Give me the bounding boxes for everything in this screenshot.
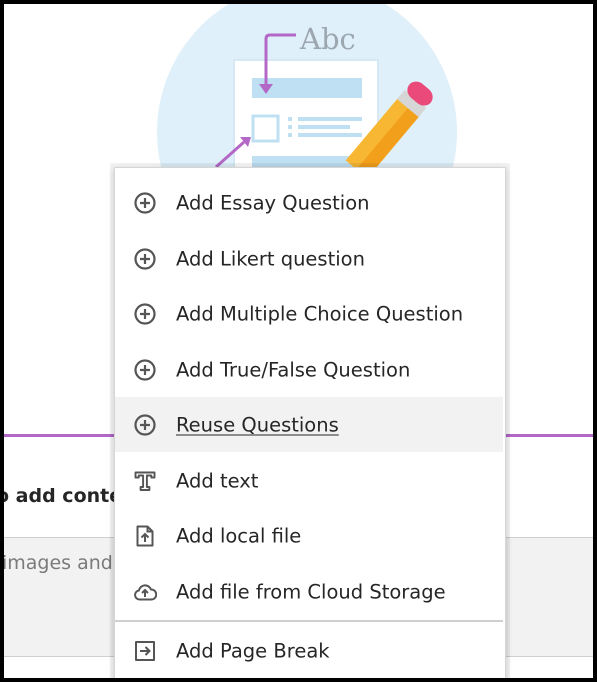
menu-item-label: Add local file xyxy=(176,524,302,547)
menu-item-add-page-break[interactable]: Add Page Break xyxy=(115,623,503,678)
menu-item-add-multiple-choice-question[interactable]: Add Multiple Choice Question xyxy=(115,286,503,341)
menu-item-add-likert-question[interactable]: Add Likert question xyxy=(115,231,503,286)
menu-item-label: Add file from Cloud Storage xyxy=(176,580,446,603)
menu-item-add-text[interactable]: Add text xyxy=(115,453,503,508)
menu-item-reuse-questions[interactable]: Reuse Questions xyxy=(115,397,503,452)
menu-item-label: Add Multiple Choice Question xyxy=(176,302,464,325)
text-icon xyxy=(134,471,156,491)
plus-circle-icon xyxy=(134,413,156,436)
cloud-upload-icon xyxy=(134,583,157,600)
background-placeholder: images and xyxy=(2,552,113,574)
plus-circle-icon xyxy=(134,247,156,270)
background-heading: o add conte xyxy=(0,485,123,507)
add-content-menu: Add Essay Question Add Likert question A… xyxy=(114,167,506,678)
menu-item-label: Add True/False Question xyxy=(176,358,411,381)
plus-circle-icon xyxy=(134,302,156,325)
screenshot-frame: Abc o add conte images and Add Essay Que… xyxy=(0,0,597,682)
menu-item-add-file-from-cloud-storage[interactable]: Add file from Cloud Storage xyxy=(115,564,503,619)
plus-circle-icon xyxy=(134,191,156,214)
menu-item-label: Add text xyxy=(176,469,259,492)
menu-divider xyxy=(115,620,503,622)
menu-item-label: Add Essay Question xyxy=(176,191,370,214)
menu-item-label: Add Page Break xyxy=(176,639,330,662)
menu-item-add-essay-question[interactable]: Add Essay Question xyxy=(115,175,503,230)
plus-circle-icon xyxy=(134,358,156,381)
upload-file-icon xyxy=(136,525,154,546)
menu-item-label: Reuse Questions xyxy=(176,413,339,436)
menu-item-label: Add Likert question xyxy=(176,247,365,270)
menu-item-add-true-false-question[interactable]: Add True/False Question xyxy=(115,342,503,397)
menu-item-add-local-file[interactable]: Add local file xyxy=(115,508,503,563)
illustration-caption: Abc xyxy=(300,22,356,56)
page-break-icon xyxy=(135,640,155,661)
